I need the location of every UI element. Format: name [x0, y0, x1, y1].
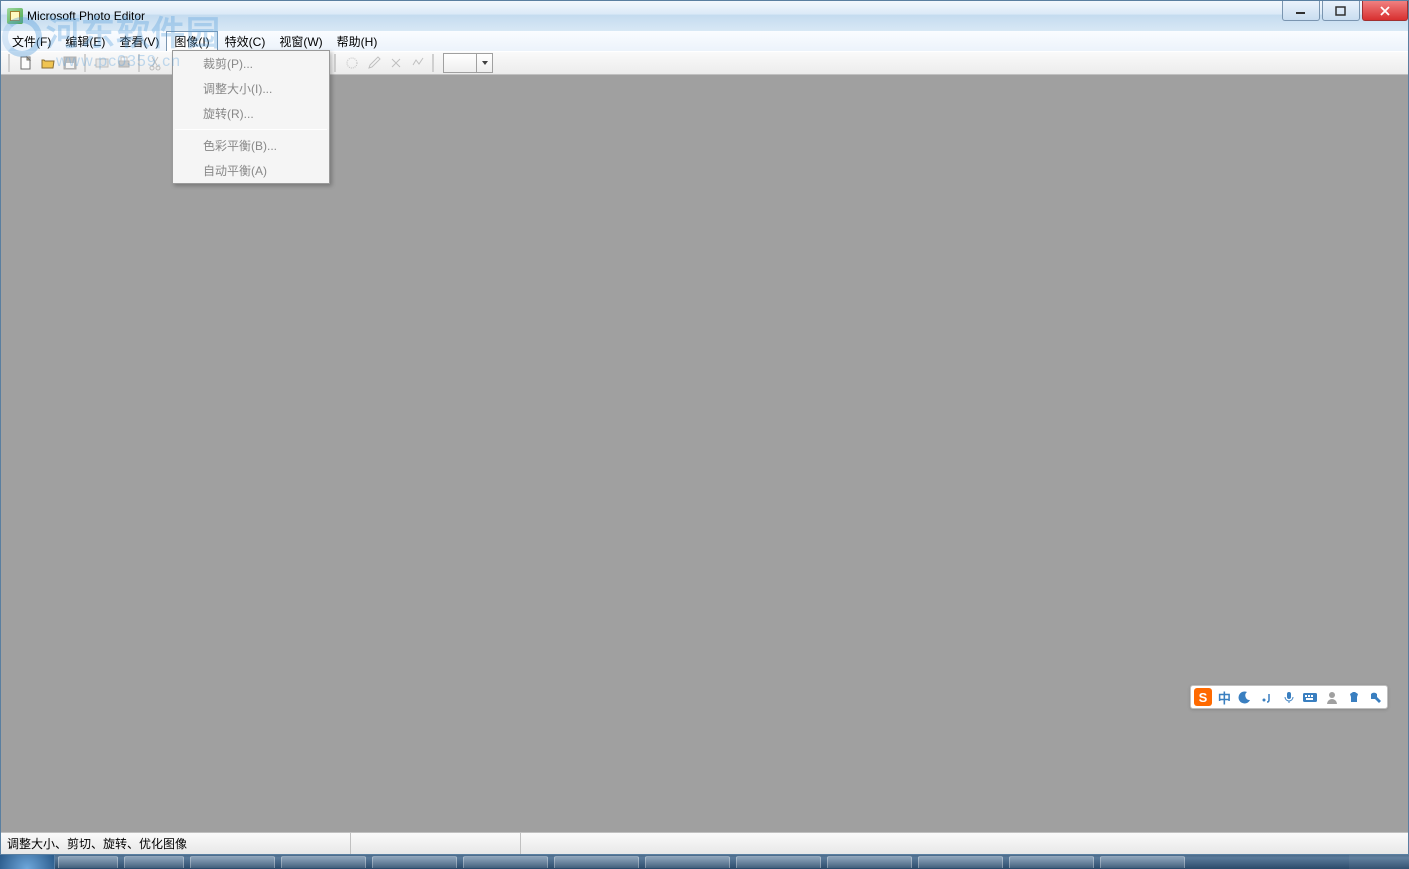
task-item[interactable]: [918, 856, 1003, 868]
window-controls: [1282, 1, 1408, 21]
ime-punct-icon[interactable]: [1259, 689, 1275, 705]
print-icon: [116, 55, 132, 71]
cut-icon: [148, 55, 164, 71]
save-icon: [62, 55, 78, 71]
app-window: Microsoft Photo Editor 文件(F) 编辑(E) 查看(V)…: [0, 0, 1409, 855]
task-item[interactable]: [827, 856, 912, 868]
open-folder-icon: [40, 55, 56, 71]
menu-image[interactable]: 图像(I): [166, 31, 217, 51]
status-cell-3: [521, 833, 1408, 854]
minimize-button[interactable]: [1282, 1, 1320, 21]
combo-arrow: [476, 54, 492, 72]
toolbar-sep-1: [84, 54, 88, 72]
ime-user-icon[interactable]: [1324, 689, 1340, 705]
ime-keyboard-icon[interactable]: [1302, 689, 1318, 705]
maximize-icon: [1335, 6, 1347, 16]
status-hint: 调整大小、剪切、旋转、优化图像: [1, 833, 351, 854]
menu-window[interactable]: 视窗(W): [272, 31, 329, 51]
ime-toolbar[interactable]: S 中: [1190, 685, 1388, 709]
toolbar-grip[interactable]: [8, 54, 12, 72]
menu-file[interactable]: 文件(F): [5, 31, 58, 51]
close-button[interactable]: [1362, 1, 1408, 21]
app-icon: [7, 8, 23, 24]
system-tray[interactable]: [1349, 855, 1409, 869]
toolbar-sep-2: [138, 54, 142, 72]
menu-view[interactable]: 查看(V): [112, 31, 166, 51]
task-item[interactable]: [372, 856, 457, 868]
menu-item-rotate[interactable]: 旋转(R)...: [173, 101, 329, 126]
transparency-icon: [344, 55, 360, 71]
task-item[interactable]: [463, 856, 548, 868]
menu-item-resize[interactable]: 调整大小(I)...: [173, 76, 329, 101]
menu-separator: [175, 129, 327, 130]
image-menu-dropdown: 裁剪(P)... 调整大小(I)... 旋转(R)... 色彩平衡(B)... …: [172, 50, 330, 184]
menu-edit[interactable]: 编辑(E): [58, 31, 112, 51]
cut-button[interactable]: [145, 52, 167, 74]
zoom-combo[interactable]: [443, 53, 493, 73]
maximize-button[interactable]: [1322, 1, 1360, 21]
toolbar-sep-5: [432, 54, 436, 72]
task-item[interactable]: [1100, 856, 1185, 868]
toolbar-sep-4: [334, 54, 338, 72]
print-button[interactable]: [113, 52, 135, 74]
taskbar[interactable]: [0, 855, 1409, 869]
menu-help[interactable]: 帮助(H): [330, 31, 385, 51]
auto-button[interactable]: [407, 52, 429, 74]
canvas-area: [1, 75, 1408, 832]
task-item[interactable]: [124, 856, 184, 868]
new-file-icon: [18, 55, 34, 71]
task-item[interactable]: [58, 856, 118, 868]
menubar: 文件(F) 编辑(E) 查看(V) 图像(I) 特效(C) 视窗(W) 帮助(H…: [1, 31, 1408, 51]
scan-icon: [94, 55, 110, 71]
ime-moon-icon[interactable]: [1237, 689, 1253, 705]
menu-item-crop[interactable]: 裁剪(P)...: [173, 51, 329, 76]
titlebar[interactable]: Microsoft Photo Editor: [1, 1, 1408, 31]
save-button[interactable]: [59, 52, 81, 74]
statusbar: 调整大小、剪切、旋转、优化图像: [1, 832, 1408, 854]
new-button[interactable]: [15, 52, 37, 74]
ime-logo-icon[interactable]: S: [1194, 688, 1212, 706]
auto-icon: [410, 55, 426, 71]
task-item[interactable]: [736, 856, 821, 868]
balance-button[interactable]: [385, 52, 407, 74]
scan-button[interactable]: [91, 52, 113, 74]
ime-lang-toggle[interactable]: 中: [1218, 688, 1231, 707]
task-item[interactable]: [554, 856, 639, 868]
window-title: Microsoft Photo Editor: [27, 9, 145, 23]
close-icon: [1379, 6, 1391, 16]
status-cell-2: [351, 833, 521, 854]
menu-effects[interactable]: 特效(C): [218, 31, 273, 51]
chevron-down-icon: [481, 59, 489, 67]
task-item[interactable]: [645, 856, 730, 868]
ime-skin-icon[interactable]: [1346, 689, 1362, 705]
ime-mic-icon[interactable]: [1281, 689, 1297, 705]
menu-item-auto-balance[interactable]: 自动平衡(A): [173, 158, 329, 183]
minimize-icon: [1295, 6, 1307, 16]
ime-settings-icon[interactable]: [1368, 689, 1384, 705]
task-item[interactable]: [281, 856, 366, 868]
task-item[interactable]: [190, 856, 275, 868]
transparency-button[interactable]: [341, 52, 363, 74]
eyedropper-button[interactable]: [363, 52, 385, 74]
menu-item-color-balance[interactable]: 色彩平衡(B)...: [173, 133, 329, 158]
task-item[interactable]: [1009, 856, 1094, 868]
eyedropper-icon: [366, 55, 382, 71]
start-button[interactable]: [0, 855, 55, 869]
open-button[interactable]: [37, 52, 59, 74]
balance-icon: [388, 55, 404, 71]
